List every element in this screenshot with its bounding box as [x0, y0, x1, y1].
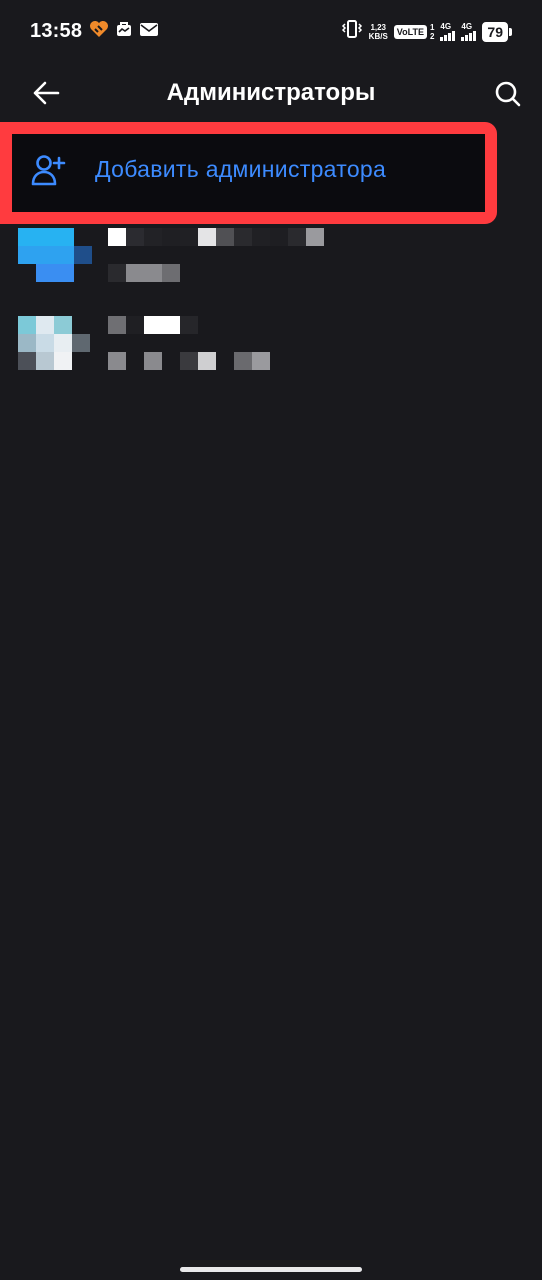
- signal-2-icon: 4G: [461, 22, 477, 41]
- volte-badge: VoLTE: [393, 24, 427, 39]
- screen: 13:58 1,23 KB/S VoLTE 1 2 4G 4G 79 Админ…: [0, 0, 542, 1280]
- bag-app-icon: [115, 20, 133, 43]
- add-admin-label: Добавить администратора: [95, 156, 387, 182]
- sim-indices: 1 2: [430, 23, 434, 41]
- signal-1-icon: 4G: [440, 22, 456, 41]
- status-time: 13:58: [30, 20, 83, 42]
- sim2-index: 2: [429, 31, 435, 41]
- admin-list-item[interactable]: [0, 228, 542, 308]
- heart-app-icon: [89, 20, 109, 43]
- home-indicator[interactable]: [180, 1267, 362, 1272]
- mail-icon: [139, 21, 159, 42]
- network-speed-value: 1,23: [370, 22, 387, 32]
- network-speed-unit: KB/S: [368, 31, 388, 41]
- add-admin-button[interactable]: Добавить администратора: [12, 134, 485, 212]
- search-button[interactable]: [488, 74, 528, 114]
- avatar: [18, 316, 92, 370]
- add-admin-highlight: Добавить администратора: [0, 122, 497, 224]
- page-title: Администраторы: [166, 79, 376, 106]
- app-header: Администраторы: [0, 62, 542, 124]
- network-type-1: 4G: [440, 22, 452, 31]
- status-bar: 13:58 1,23 KB/S VoLTE 1 2 4G 4G 79: [0, 0, 542, 62]
- sim1-index: 1: [429, 22, 435, 32]
- avatar: [18, 228, 92, 282]
- network-speed: 1,23 KB/S: [369, 23, 388, 41]
- admin-list-item[interactable]: [0, 316, 542, 396]
- admin-name: [108, 228, 328, 246]
- admin-name: [108, 316, 200, 334]
- status-right: 1,23 KB/S VoLTE 1 2 4G 4G 79: [341, 19, 512, 44]
- search-icon: [495, 81, 521, 107]
- vibrate-icon: [341, 19, 363, 44]
- add-person-icon: [31, 155, 66, 186]
- admin-subtitle: [108, 264, 184, 282]
- battery-icon: 79: [482, 21, 512, 42]
- battery-level: 79: [482, 21, 508, 42]
- network-type-2: 4G: [461, 22, 473, 31]
- admin-subtitle: [108, 352, 272, 370]
- notification-icons: [89, 20, 159, 43]
